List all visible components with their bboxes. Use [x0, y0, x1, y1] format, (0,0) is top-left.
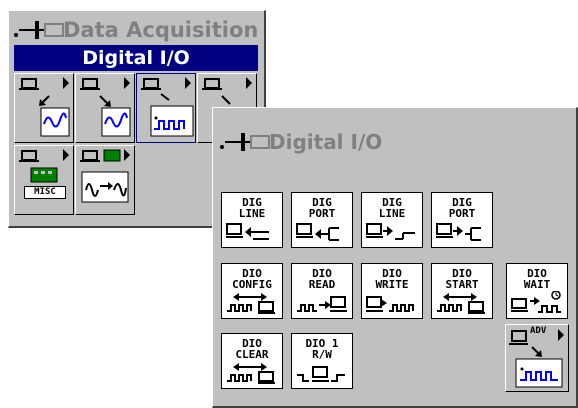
- calibration-config-palette-button[interactable]: MISC: [14, 145, 74, 215]
- dio-read-button[interactable]: DIO READ: [291, 263, 353, 319]
- single-rw-icon: [297, 366, 345, 382]
- tile-label: DIG PORT: [448, 196, 476, 220]
- dio-start-button[interactable]: DIO START: [431, 263, 493, 319]
- line-write-icon: [366, 223, 415, 240]
- dio-clear-button[interactable]: DIO CLEAR: [221, 333, 283, 389]
- digital-io-palette-button[interactable]: [136, 73, 196, 143]
- read-buffer-icon: [297, 296, 347, 312]
- palette-title-row: Digital I/O: [219, 128, 382, 156]
- advanced-label: ADV: [530, 326, 547, 336]
- tile-label: DIO 1 R/W: [305, 337, 339, 361]
- tile-label: DIO CLEAR: [235, 337, 269, 361]
- tile-label: DIO WAIT: [523, 267, 551, 291]
- digital-io-icon: [141, 77, 194, 137]
- line-read-icon: [226, 223, 269, 240]
- wait-clock-icon: [511, 291, 561, 313]
- tile-label: DIG LINE: [238, 196, 266, 220]
- signal-conditioning-palette-button[interactable]: [75, 145, 135, 215]
- dio-wait-button[interactable]: DIO WAIT: [506, 263, 568, 319]
- dio-write-button[interactable]: DIO WRITE: [361, 263, 423, 319]
- tile-label: DIO WRITE: [375, 267, 409, 291]
- dig-port-write-button[interactable]: DIG PORT: [431, 192, 493, 248]
- digital-io-palette: Digital I/O DIG LINE DIG PORT DIG LINE D…: [212, 107, 578, 408]
- signal-conditioning-icon: [80, 149, 130, 203]
- clear-icon: [227, 363, 275, 384]
- write-buffer-icon: [366, 296, 414, 312]
- tile-label: DIO CONFIG: [232, 267, 272, 291]
- analog-input-palette-button[interactable]: [14, 73, 74, 143]
- dig-line-write-button[interactable]: DIG LINE: [361, 192, 423, 248]
- palette-title-row: Data Acquisition: [13, 17, 258, 43]
- dig-line-read-button[interactable]: DIG LINE: [221, 192, 283, 248]
- tile-label: DIO START: [445, 267, 479, 291]
- port-read-icon: [296, 223, 339, 241]
- dio-single-rw-button[interactable]: DIO 1 R/W: [291, 333, 353, 389]
- dig-port-read-button[interactable]: DIG PORT: [291, 192, 353, 248]
- port-write-icon: [436, 223, 481, 241]
- palette-subtitle: Digital I/O: [14, 45, 258, 71]
- start-icon: [437, 293, 485, 314]
- analog-output-icon: [80, 77, 131, 137]
- palette-title: Data Acquisition: [63, 18, 259, 42]
- advanced-palette-button[interactable]: ADV: [505, 324, 569, 392]
- config-icon: [227, 293, 275, 314]
- analog-output-palette-button[interactable]: [75, 73, 135, 143]
- tile-label: DIO READ: [308, 267, 336, 291]
- palette-title: Digital I/O: [269, 130, 383, 154]
- analog-input-icon: [19, 77, 70, 137]
- tile-label: DIG PORT: [308, 196, 336, 220]
- dio-config-button[interactable]: DIO CONFIG: [221, 263, 283, 319]
- misc-label: MISC: [24, 186, 66, 199]
- calibration-config-icon: [19, 149, 69, 183]
- tile-label: DIG LINE: [378, 196, 406, 220]
